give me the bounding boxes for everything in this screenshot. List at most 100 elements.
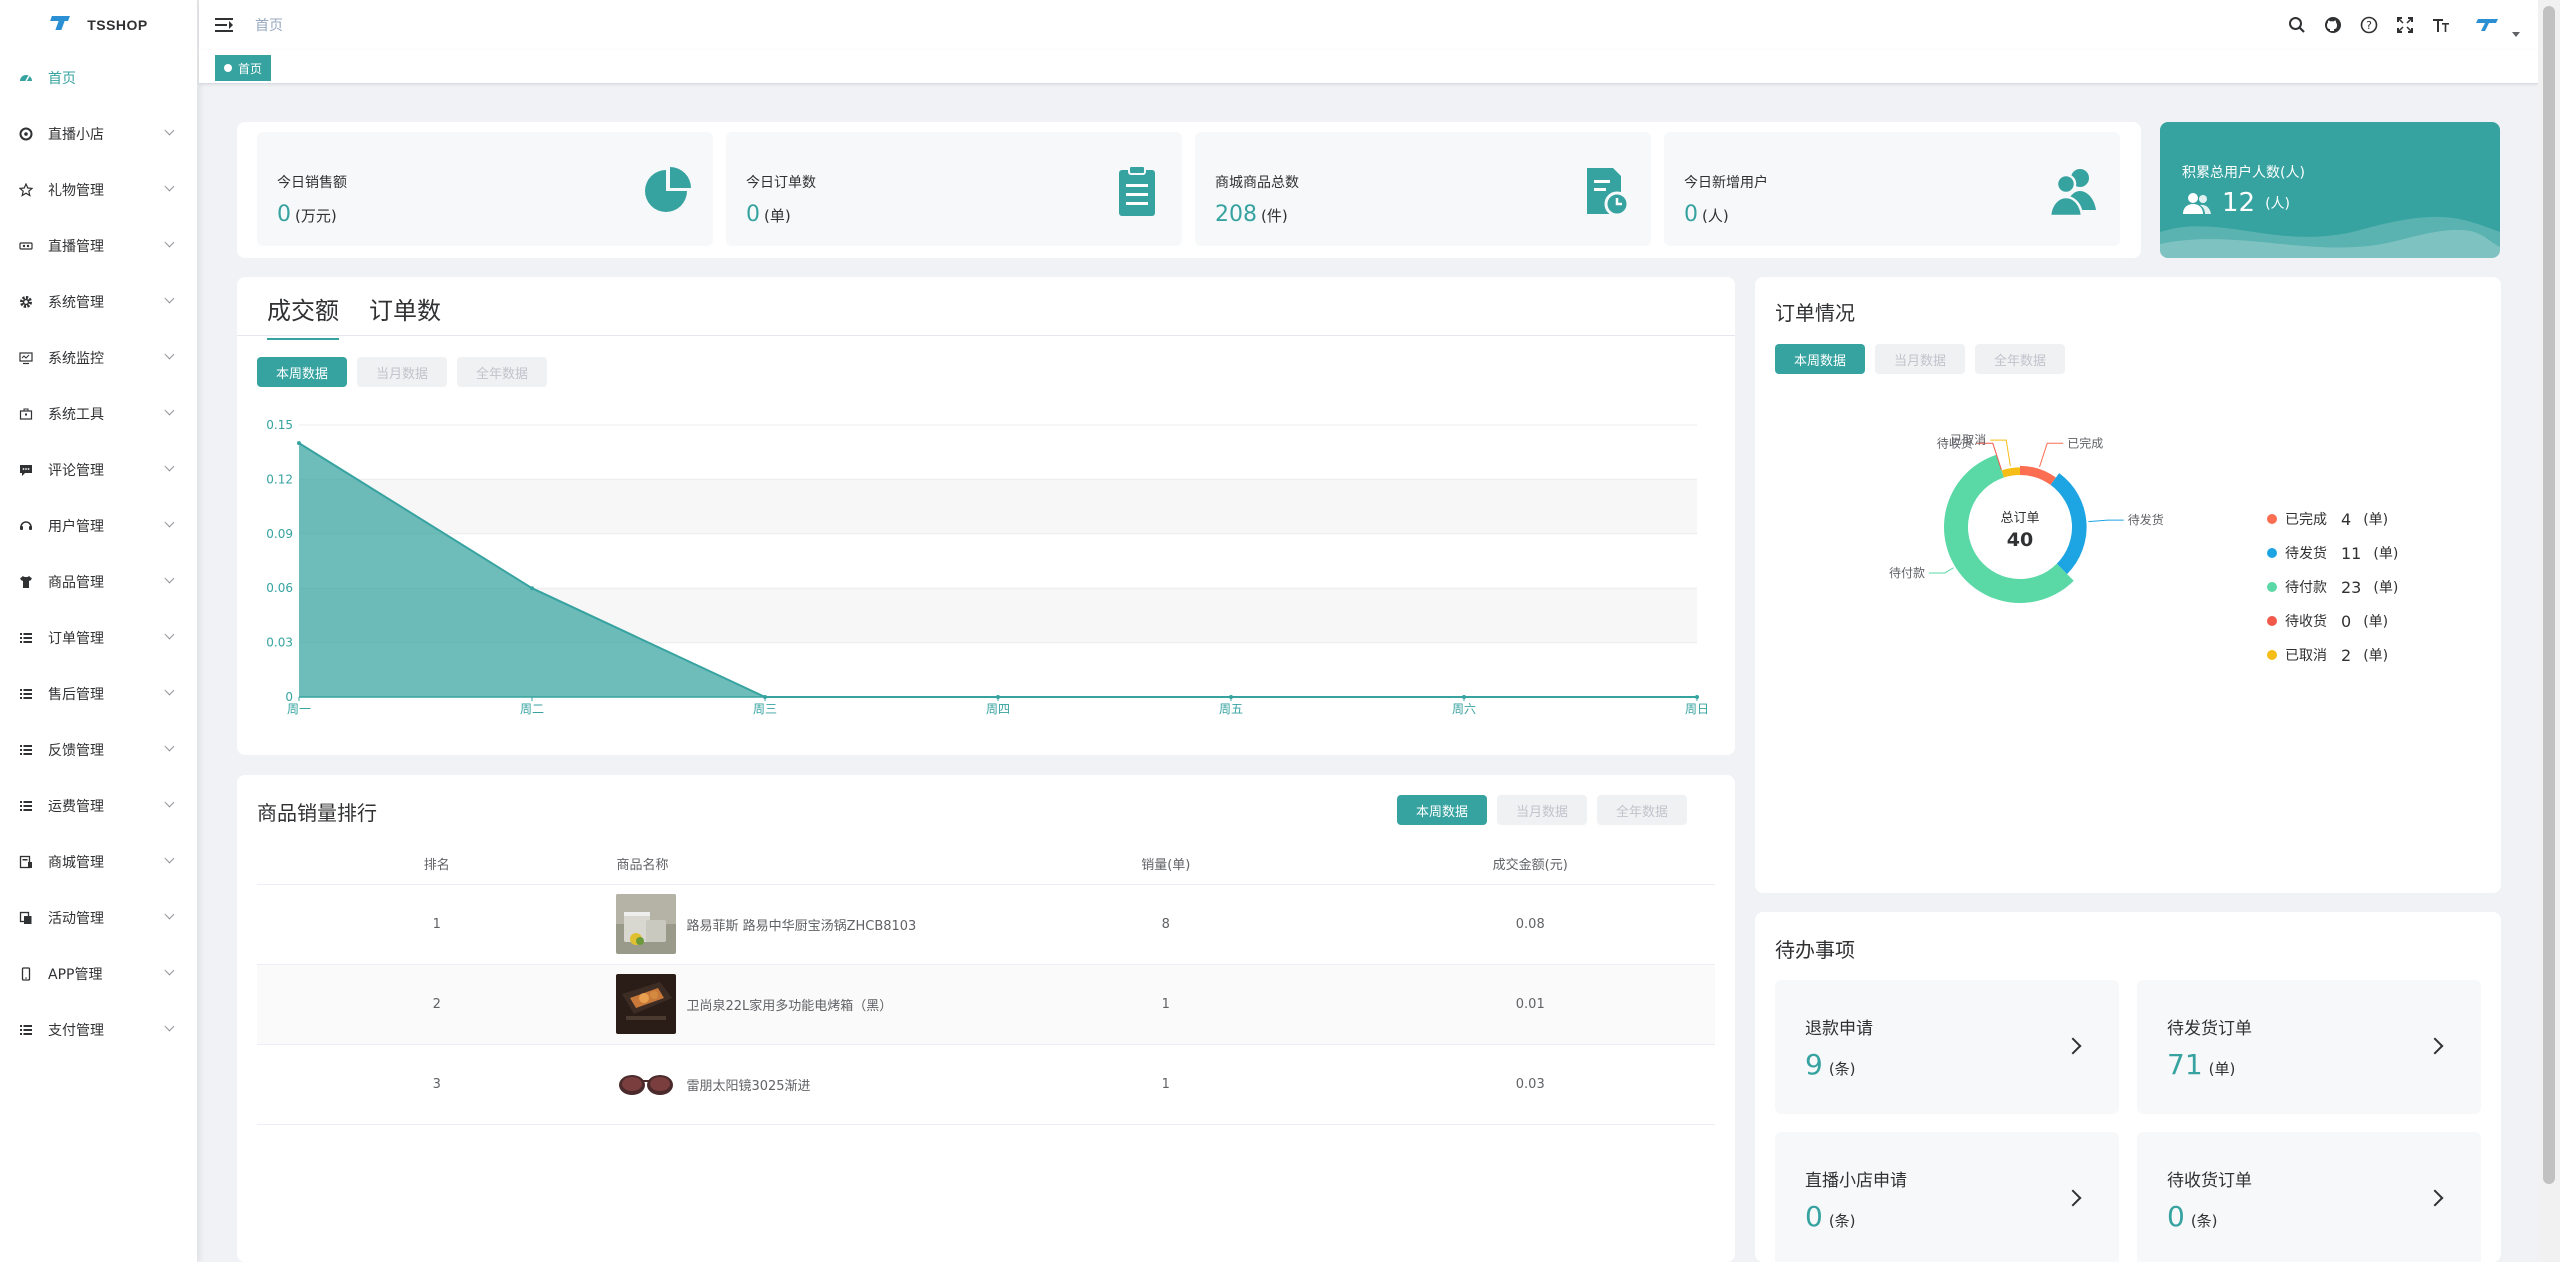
- rank-cell: 2: [257, 964, 617, 1045]
- legend-label: 待发货: [2285, 546, 2327, 562]
- leader-line: [1928, 567, 1954, 574]
- sidebar-item-label: 商品管理: [48, 575, 104, 591]
- search-icon[interactable]: [2286, 14, 2308, 36]
- chevron-right-icon[interactable]: [2426, 1037, 2444, 1055]
- sidebar-item[interactable]: 售后管理: [0, 666, 197, 722]
- sidebar-item[interactable]: 用户管理: [0, 498, 197, 554]
- sidebar-item[interactable]: 订单管理: [0, 610, 197, 666]
- legend-item[interactable]: 待发货 11 (单): [2267, 536, 2398, 570]
- avatar[interactable]: [2466, 8, 2506, 42]
- legend-item[interactable]: 待付款 23 (单): [2267, 570, 2398, 604]
- chevron-right-icon[interactable]: [2064, 1189, 2082, 1207]
- chevron-down-icon[interactable]: [2512, 31, 2520, 37]
- ranking-filter-week-button[interactable]: 本周数据: [1397, 795, 1488, 825]
- table-row[interactable]: 2 卫尚泉22L家用多功能电烤箱（黑） 1 0.01: [257, 964, 1715, 1045]
- sidebar-item-label: APP管理: [48, 967, 103, 983]
- chevron-right-icon[interactable]: [2064, 1037, 2082, 1055]
- fullscreen-icon[interactable]: [2394, 14, 2416, 36]
- breadcrumb[interactable]: 首页: [255, 15, 283, 35]
- sidebar-item[interactable]: 系统监控: [0, 330, 197, 386]
- sidebar-item[interactable]: 运费管理: [0, 778, 197, 834]
- star-icon: [18, 182, 34, 198]
- sidebar-item[interactable]: 首页: [0, 50, 197, 106]
- phone-icon: [18, 966, 34, 982]
- sidebar-item[interactable]: 礼物管理: [0, 162, 197, 218]
- stat-value: 0 (人): [1684, 202, 1729, 227]
- todo-unit: (条): [1828, 1060, 1856, 1078]
- sidebar-item[interactable]: APP管理: [0, 946, 197, 1002]
- todo-item[interactable]: 待收货订单 0 (条): [2137, 1132, 2481, 1262]
- store-icon: [18, 854, 34, 870]
- stat-unit: (万元): [295, 207, 337, 225]
- sidebar-item[interactable]: 商城管理: [0, 834, 197, 890]
- logo[interactable]: TSSHOP: [0, 0, 197, 50]
- github-icon[interactable]: [2322, 14, 2344, 36]
- ranking-filter-year-button[interactable]: 全年数据: [1597, 795, 1688, 825]
- col-name: 商品名称: [616, 844, 987, 885]
- todo-item[interactable]: 直播小店申请 0 (条): [1775, 1132, 2119, 1262]
- pie-chart-icon: [641, 164, 695, 218]
- legend-value: 0: [2341, 611, 2352, 631]
- table-row[interactable]: 1 路易菲斯 路易中华厨宝汤锅ZHCB8103 8 0.08: [257, 884, 1715, 965]
- slice-label: 已取消: [1950, 433, 1986, 447]
- sidebar-item[interactable]: 直播管理: [0, 218, 197, 274]
- grid-band: [299, 479, 1697, 534]
- amount-cell: 0.03: [1345, 1044, 1715, 1125]
- legend-value: 2: [2341, 645, 2352, 665]
- legend-dot-icon: [2267, 514, 2277, 524]
- legend-unit: (单): [2373, 580, 2399, 596]
- todo-value: 9 (条): [1805, 1048, 1856, 1081]
- tag-home[interactable]: 首页: [215, 55, 272, 81]
- donut-slice: [2001, 467, 2020, 478]
- sidebar-item[interactable]: 系统管理: [0, 274, 197, 330]
- chevron-right-icon[interactable]: [2426, 1189, 2444, 1207]
- font-size-icon[interactable]: [2430, 14, 2452, 36]
- sidebar-item-label: 首页: [48, 71, 76, 87]
- legend-item[interactable]: 待收货 0 (单): [2267, 604, 2398, 638]
- legend-item[interactable]: 已取消 2 (单): [2267, 638, 2398, 672]
- rank-cell: 1: [257, 884, 617, 965]
- sunglasses-image[interactable]: [616, 1054, 677, 1114]
- stat-label: 今日销售额: [277, 175, 347, 191]
- todo-item[interactable]: 待发货订单 71 (单): [2137, 980, 2481, 1114]
- sidebar-item[interactable]: 活动管理: [0, 890, 197, 946]
- col-rank: 排名: [257, 844, 617, 885]
- sidebar: TSSHOP 首页直播小店 礼物管理 直播管理 系统管理 系统监控 系统工具 评论管理 用户管…: [0, 0, 198, 1262]
- ranking-filter-month-button[interactable]: 当月数据: [1497, 795, 1588, 825]
- chevron-down-icon: [164, 741, 175, 752]
- y-tick-label: 0.12: [266, 472, 293, 486]
- table-header-row: 排名 商品名称 销量(单) 成交金额(元): [257, 844, 1715, 885]
- chevron-down-icon: [164, 797, 175, 808]
- sidebar-item[interactable]: 评论管理: [0, 442, 197, 498]
- sidebar-item[interactable]: 支付管理: [0, 1002, 197, 1058]
- question-icon[interactable]: ?: [2358, 14, 2380, 36]
- sidebar-item[interactable]: 直播小店: [0, 106, 197, 162]
- table-row[interactable]: 3 雷朋太阳镜3025渐进 1 0.03: [257, 1044, 1715, 1125]
- legend-value: 23: [2341, 577, 2362, 597]
- sidebar-item-label: 运费管理: [48, 799, 104, 815]
- goods-name: 雷朋太阳镜3025渐进: [686, 1078, 811, 1094]
- todo-label: 待发货订单: [2167, 1019, 2252, 1039]
- chevron-down-icon: [164, 685, 175, 696]
- sidebar-item[interactable]: 系统工具: [0, 386, 197, 442]
- leader-line: [2039, 442, 2064, 468]
- oven-image[interactable]: [616, 974, 677, 1034]
- sidebar-item[interactable]: 反馈管理: [0, 722, 197, 778]
- page-scrollbar[interactable]: [2538, 0, 2560, 1262]
- hamburger-icon[interactable]: [215, 18, 233, 32]
- live-shop-icon: [18, 126, 34, 142]
- list-icon: [18, 798, 34, 814]
- data-point: [530, 586, 534, 591]
- todo-card: 待办事项 退款申请 9 (条) 待发货订单 71 (单) 直播小店申请 0 (条) 待收货订单 0 (…: [1755, 912, 2501, 1262]
- x-tick-label: 周三: [753, 702, 777, 716]
- stat-value: 208 (件): [1215, 202, 1288, 227]
- pot-image[interactable]: [616, 894, 677, 954]
- users-icon: [2183, 193, 2211, 214]
- legend-item[interactable]: 已完成 4 (单): [2267, 502, 2398, 536]
- sidebar-item-label: 反馈管理: [48, 743, 104, 759]
- todo-label: 退款申请: [1805, 1019, 1873, 1039]
- scrollbar-thumb[interactable]: [2543, 6, 2555, 1184]
- sidebar-item[interactable]: 商品管理: [0, 554, 197, 610]
- todo-item[interactable]: 退款申请 9 (条): [1775, 980, 2119, 1114]
- live-icon: [18, 238, 34, 254]
